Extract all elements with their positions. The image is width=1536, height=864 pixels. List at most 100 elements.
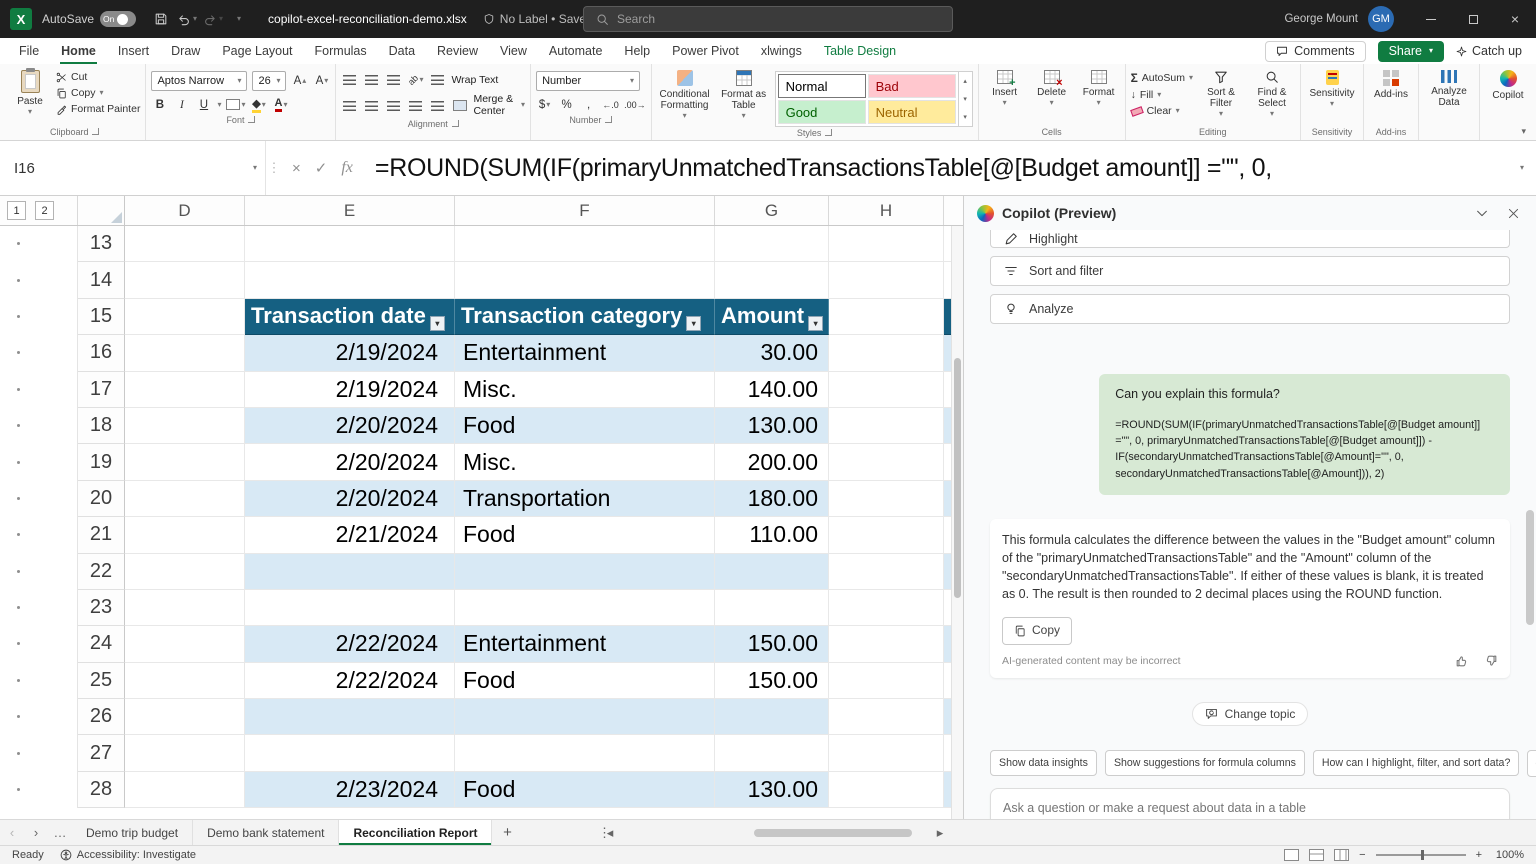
cell-D21[interactable] [125, 517, 245, 553]
comma-style-icon[interactable]: , [580, 96, 597, 113]
cell-D26[interactable] [125, 699, 245, 735]
chevron-down-icon[interactable] [1475, 206, 1489, 220]
cell-E25[interactable]: 2/22/2024 [245, 663, 455, 699]
cell-E13[interactable] [245, 226, 455, 262]
cell-G23[interactable] [715, 590, 829, 626]
style-bad[interactable]: Bad [868, 74, 956, 98]
copilot-input[interactable] [1003, 801, 1497, 815]
table-header-transaction-date[interactable]: Transaction date▾ [245, 299, 455, 335]
cell-E17[interactable]: 2/19/2024 [245, 372, 455, 408]
outline-level-1-button[interactable]: 1 [7, 201, 26, 220]
row-header-26[interactable]: 26 [78, 699, 125, 735]
fill-button[interactable]: ↓Fill▾ [1131, 89, 1193, 101]
cell-E24[interactable]: 2/22/2024 [245, 626, 455, 662]
normal-view-icon[interactable] [1284, 849, 1299, 861]
row-header-28[interactable]: 28 [78, 772, 125, 808]
cell-E26[interactable] [245, 699, 455, 735]
copilot-ribbon-button[interactable]: Copilot [1485, 66, 1531, 101]
sheet-nav-next-icon[interactable]: › [24, 825, 48, 840]
alignment-dialog-launcher[interactable] [452, 120, 459, 127]
cell-E20[interactable]: 2/20/2024 [245, 481, 455, 517]
cell-F20[interactable]: Transportation [455, 481, 715, 517]
vertical-scrollbar[interactable] [951, 226, 963, 819]
cell-F17[interactable]: Misc. [455, 372, 715, 408]
font-name-select[interactable]: Aptos Narrow▾ [151, 71, 247, 91]
user-name[interactable]: George Mount [1284, 13, 1358, 25]
cell-H13[interactable] [829, 226, 944, 262]
new-sheet-button[interactable]: + [492, 824, 522, 841]
panel-scrollbar[interactable] [1526, 510, 1534, 770]
sensitivity-button[interactable]: Sensitivity▾ [1306, 66, 1358, 108]
row-header-22[interactable]: 22 [78, 554, 125, 590]
cell-G19[interactable]: 200.00 [715, 444, 829, 480]
undo-icon[interactable]: ▾ [174, 6, 200, 32]
quick-access-more-icon[interactable]: ▾ [226, 6, 252, 32]
thumbs-down-icon[interactable] [1484, 654, 1498, 668]
cell-G27[interactable] [715, 735, 829, 771]
select-all-corner[interactable] [78, 196, 125, 225]
cell-D15[interactable] [125, 299, 245, 335]
ribbon-tab-file[interactable]: File [8, 38, 50, 64]
copy-button[interactable]: Copy▾ [56, 87, 140, 99]
zoom-slider-knob[interactable] [1421, 850, 1424, 860]
analyze-action-button[interactable]: Analyze [990, 294, 1510, 324]
cell-D18[interactable] [125, 408, 245, 444]
table-header-transaction-category[interactable]: Transaction category▾ [455, 299, 715, 335]
cell-F23[interactable] [455, 590, 715, 626]
cell-F19[interactable]: Misc. [455, 444, 715, 480]
document-title[interactable]: copilot-excel-reconciliation-demo.xlsx [268, 12, 467, 26]
decrease-indent-icon[interactable] [407, 97, 424, 114]
cell-F24[interactable]: Entertainment [455, 626, 715, 662]
horizontal-scrollbar-thumb[interactable] [754, 829, 912, 837]
format-as-table-button[interactable]: Format as Table▾ [718, 66, 770, 120]
cell-G24[interactable]: 150.00 [715, 626, 829, 662]
cell-F28[interactable]: Food [455, 772, 715, 808]
suggestion-chip-1[interactable]: Show data insights [990, 750, 1097, 776]
row-header-17[interactable]: 17 [78, 372, 125, 408]
cell-G28[interactable]: 130.00 [715, 772, 829, 808]
bold-button[interactable]: B [151, 96, 168, 113]
ribbon-tab-table-design[interactable]: Table Design [813, 38, 907, 64]
zoom-slider[interactable] [1376, 854, 1466, 856]
clipboard-dialog-launcher[interactable] [92, 128, 99, 135]
accounting-format-icon[interactable]: $▾ [536, 96, 553, 113]
font-color-icon[interactable]: A▾ [272, 96, 289, 113]
ribbon-tab-draw[interactable]: Draw [160, 38, 211, 64]
vertical-scrollbar-thumb[interactable] [954, 358, 961, 598]
merge-center-icon[interactable] [451, 97, 468, 114]
paste-button[interactable]: Paste▾ [9, 66, 51, 116]
excel-logo-icon[interactable]: X [10, 8, 32, 30]
ribbon-tab-home[interactable]: Home [50, 38, 107, 64]
cell-G20[interactable]: 180.00 [715, 481, 829, 517]
format-painter-button[interactable]: Format Painter [56, 103, 140, 115]
increase-indent-icon[interactable] [429, 97, 446, 114]
maximize-button[interactable] [1452, 0, 1494, 38]
ribbon-tab-data[interactable]: Data [378, 38, 426, 64]
page-layout-view-icon[interactable] [1309, 849, 1324, 861]
ribbon-tab-automate[interactable]: Automate [538, 38, 614, 64]
suggestion-chip-2[interactable]: Show suggestions for formula columns [1105, 750, 1305, 776]
row-header-13[interactable]: 13 [78, 226, 125, 262]
row-header-16[interactable]: 16 [78, 335, 125, 371]
addins-button[interactable]: Add-ins [1369, 66, 1413, 100]
row-header-18[interactable]: 18 [78, 408, 125, 444]
delete-cells-button[interactable]: Delete▾ [1031, 66, 1073, 107]
close-panel-icon[interactable] [1507, 207, 1520, 220]
sort-filter-action-button[interactable]: Sort and filter [990, 256, 1510, 286]
copy-response-button[interactable]: Copy [1002, 617, 1072, 644]
insert-cells-button[interactable]: Insert▾ [984, 66, 1026, 107]
sheet-list-icon[interactable]: … [48, 825, 72, 840]
cell-H21[interactable] [829, 517, 944, 553]
cell-F16[interactable]: Entertainment [455, 335, 715, 371]
cell-E23[interactable] [245, 590, 455, 626]
cell-H22[interactable] [829, 554, 944, 590]
ribbon-tab-formulas[interactable]: Formulas [304, 38, 378, 64]
cell-G25[interactable]: 150.00 [715, 663, 829, 699]
cell-F22[interactable] [455, 554, 715, 590]
cell-E16[interactable]: 2/19/2024 [245, 335, 455, 371]
fill-color-icon[interactable]: ◆▾ [250, 96, 267, 113]
style-good[interactable]: Good [778, 100, 866, 124]
enter-icon[interactable]: ✓ [315, 159, 328, 177]
wrap-text-label[interactable]: Wrap Text [451, 74, 498, 86]
filter-button[interactable]: ▾ [808, 316, 823, 331]
